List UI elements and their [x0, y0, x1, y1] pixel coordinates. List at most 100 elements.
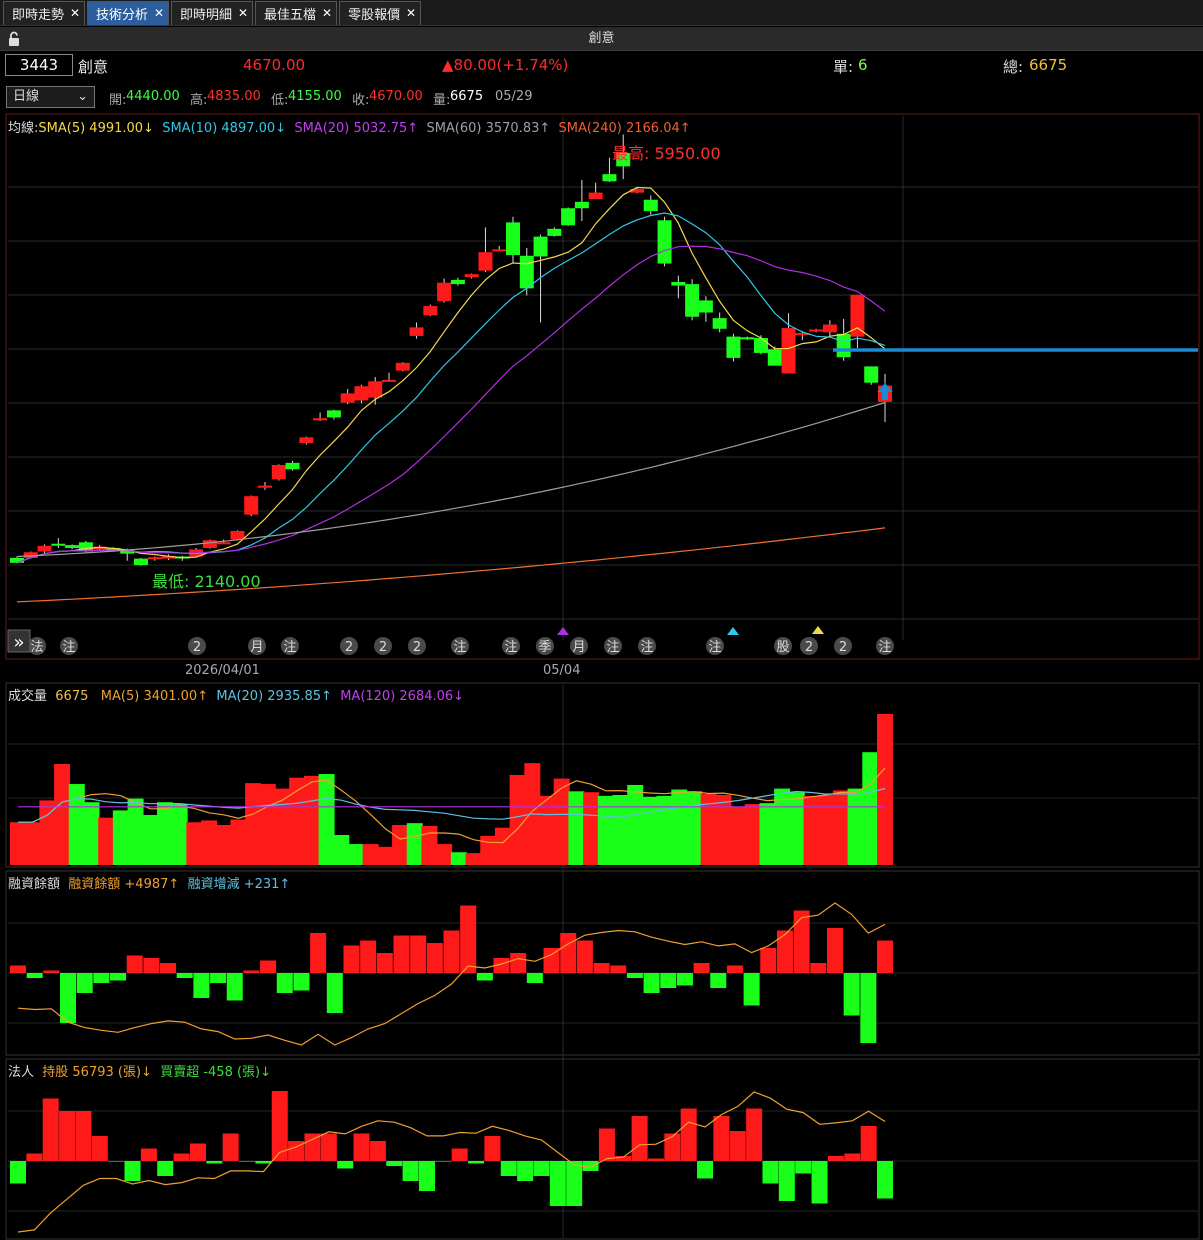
- institution-bar: [451, 1148, 468, 1161]
- institution-bar: [468, 1161, 485, 1164]
- event-marker-text: 2: [413, 640, 421, 655]
- event-marker: 股: [774, 637, 792, 655]
- margin-bar: [276, 973, 293, 993]
- candle-body: [409, 327, 424, 336]
- volume-bar: [215, 824, 232, 865]
- volume-bar: [98, 817, 115, 865]
- vol-ma5-label: MA(5) 3401.00↑: [100, 689, 209, 704]
- volume-bar: [230, 819, 247, 865]
- margin-bar: [260, 960, 277, 973]
- margin-bar: [526, 973, 543, 983]
- margin-bar: [343, 945, 360, 973]
- margin-bar: [76, 973, 93, 993]
- event-marker-text: 注: [640, 640, 653, 655]
- volume-bar: [671, 789, 688, 865]
- margin-bar: [10, 965, 26, 973]
- expand-icon: »: [13, 632, 24, 653]
- margin-bar: [660, 973, 677, 988]
- event-marker: 季: [536, 637, 554, 655]
- candle-body: [643, 199, 658, 212]
- institution-bar: [42, 1098, 59, 1161]
- institution-bar: [369, 1141, 386, 1161]
- institution-bar: [75, 1111, 92, 1161]
- candle-body: [506, 222, 520, 256]
- expand-button[interactable]: »: [7, 629, 31, 653]
- margin-bar: [560, 933, 577, 973]
- institution-bar: [746, 1108, 763, 1161]
- candle-body: [464, 274, 479, 278]
- volume-bar: [568, 791, 585, 865]
- institution-bar: [124, 1161, 141, 1181]
- institution-bar: [402, 1161, 419, 1181]
- event-marker: 注: [706, 637, 724, 655]
- institution-bar: [108, 1161, 125, 1162]
- margin-bar: [126, 955, 143, 973]
- candle-body: [216, 542, 231, 545]
- institution-bar: [647, 1158, 664, 1161]
- volume-bar: [406, 823, 423, 865]
- institution-bar: [435, 1161, 452, 1162]
- chart-canvas[interactable]: 法 注 2 月 注 2 2 2 注 注 季 月 注 注 注 股 2 2 注 »: [0, 0, 1203, 1240]
- event-marker: 注: [451, 637, 469, 655]
- volume-bar: [127, 798, 144, 865]
- sma60-label: SMA(60) 3570.83↑: [426, 121, 551, 136]
- volume-bar: [744, 804, 761, 865]
- event-marker-text: 法: [30, 640, 43, 655]
- margin-bar: [293, 973, 310, 991]
- margin-bar: [110, 973, 127, 981]
- institution-bar: [255, 1161, 272, 1164]
- institution-bar: [566, 1161, 583, 1206]
- institution-bar: [353, 1133, 370, 1161]
- event-marker-text: 股: [776, 640, 789, 655]
- volume-bar: [171, 804, 188, 865]
- volume-bar: [862, 752, 879, 865]
- margin-bar: [476, 973, 493, 981]
- margin-bar: [793, 910, 810, 973]
- institution-bar: [26, 1153, 43, 1161]
- volume-bar: [347, 844, 364, 865]
- volume-bar: [421, 825, 438, 865]
- triangle-marker-icon: [557, 627, 569, 635]
- margin-bar: [726, 965, 743, 973]
- volume-bar: [54, 764, 71, 865]
- volume-current: 6675: [55, 689, 89, 704]
- sma60-line: [16, 401, 886, 558]
- date-label-0401: 2026/04/01: [185, 663, 260, 678]
- volume-bar: [480, 835, 497, 865]
- candle-body: [313, 418, 328, 421]
- institution-bar: [729, 1131, 746, 1161]
- institution-bar: [795, 1161, 812, 1174]
- margin-bar: [176, 973, 193, 978]
- institution-bar: [860, 1126, 877, 1161]
- margin-bar: [643, 973, 660, 993]
- institution-bar: [320, 1133, 337, 1161]
- candle-body: [51, 543, 66, 546]
- event-marker: 2: [408, 637, 426, 655]
- volume-bar: [685, 791, 702, 865]
- margin-title: 融資餘額: [8, 877, 61, 892]
- event-marker-text: 季: [538, 640, 551, 655]
- volume-bar: [715, 794, 732, 865]
- event-marker-text: 注: [606, 640, 619, 655]
- event-marker-text: 2: [805, 640, 813, 655]
- margin-bar: [43, 970, 60, 973]
- institution-bar: [811, 1161, 828, 1204]
- margin-bar: [26, 973, 43, 978]
- volume-bar: [818, 794, 835, 865]
- event-marker: 月: [248, 637, 266, 655]
- candle-body: [492, 249, 507, 252]
- candle-body: [368, 381, 383, 398]
- margin-bar: [193, 973, 210, 998]
- inst-holding-label: 持股 56793 (張)↓: [42, 1065, 152, 1080]
- candle-body: [836, 333, 851, 358]
- margin-bar: [226, 973, 243, 1001]
- margin-legend: 融資餘額 融資餘額 +4987↑ 融資增減 +231↑: [8, 873, 290, 892]
- volume-bar: [788, 792, 805, 865]
- margin-bar: [460, 905, 477, 973]
- event-marker: 注: [604, 637, 622, 655]
- volume-title: 成交量: [8, 689, 48, 704]
- institution-bar: [697, 1161, 714, 1179]
- event-marker: 注: [876, 637, 894, 655]
- margin-bar: [843, 973, 860, 1016]
- margin-bar: [776, 930, 793, 973]
